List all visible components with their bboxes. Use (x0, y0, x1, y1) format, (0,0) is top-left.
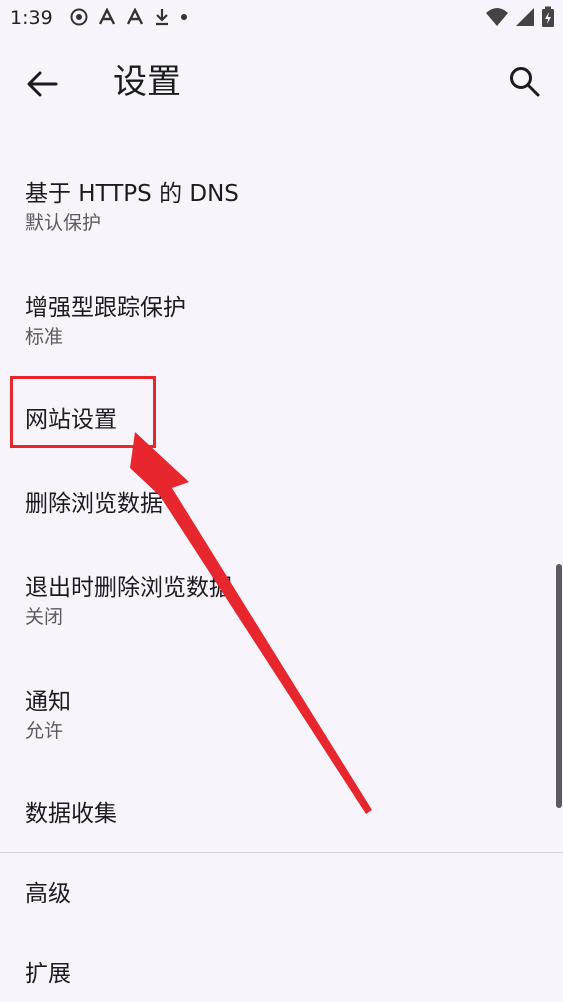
setting-delete-browsing-data[interactable]: 删除浏览数据 (0, 464, 555, 536)
signal-icon (516, 8, 534, 26)
a-font-icon (126, 8, 144, 25)
search-button[interactable] (507, 64, 543, 100)
setting-advanced[interactable]: 高级 (0, 856, 555, 924)
scrollbar-thumb[interactable] (556, 564, 562, 808)
setting-title: 基于 HTTPS 的 DNS (25, 181, 239, 207)
setting-tracking-protection[interactable]: 增强型跟踪保护 标准 (0, 272, 555, 364)
app-bar: 设置 (0, 50, 563, 114)
setting-title: 删除浏览数据 (25, 491, 163, 517)
setting-subtitle: 默认保护 (25, 212, 102, 234)
search-icon (510, 67, 540, 97)
setting-dns-over-https[interactable]: 基于 HTTPS 的 DNS 默认保护 (0, 158, 555, 250)
status-time: 1:39 (10, 7, 53, 29)
page-title: 设置 (113, 62, 181, 102)
setting-title: 通知 (25, 689, 71, 715)
status-system-icons (485, 6, 555, 28)
setting-subtitle: 关闭 (25, 606, 64, 628)
wifi-icon (486, 8, 508, 26)
back-button[interactable] (22, 64, 62, 104)
setting-site-settings[interactable]: 网站设置 (0, 378, 555, 450)
a-font-icon (98, 8, 116, 25)
setting-title: 增强型跟踪保护 (25, 295, 186, 321)
podcast-icon (70, 8, 88, 26)
setting-title: 扩展 (25, 961, 71, 987)
setting-title: 高级 (25, 881, 71, 907)
setting-title: 网站设置 (25, 407, 117, 433)
section-divider (0, 852, 563, 853)
setting-delete-on-quit[interactable]: 退出时删除浏览数据 关闭 (0, 552, 555, 644)
download-icon (156, 9, 168, 26)
setting-title: 退出时删除浏览数据 (25, 575, 232, 601)
setting-title: 数据收集 (25, 801, 117, 827)
setting-subtitle: 标准 (25, 326, 64, 348)
arrow-left-icon (27, 71, 58, 97)
setting-notifications[interactable]: 通知 允许 (0, 666, 555, 758)
setting-subtitle: 允许 (25, 720, 64, 742)
status-bar: 1:39 (0, 0, 563, 38)
dot-icon (181, 14, 187, 20)
setting-data-collection[interactable]: 数据收集 (0, 774, 555, 846)
battery-charging-icon (542, 6, 554, 27)
status-notification-icons (70, 8, 188, 26)
setting-extensions[interactable]: 扩展 (0, 936, 555, 1002)
